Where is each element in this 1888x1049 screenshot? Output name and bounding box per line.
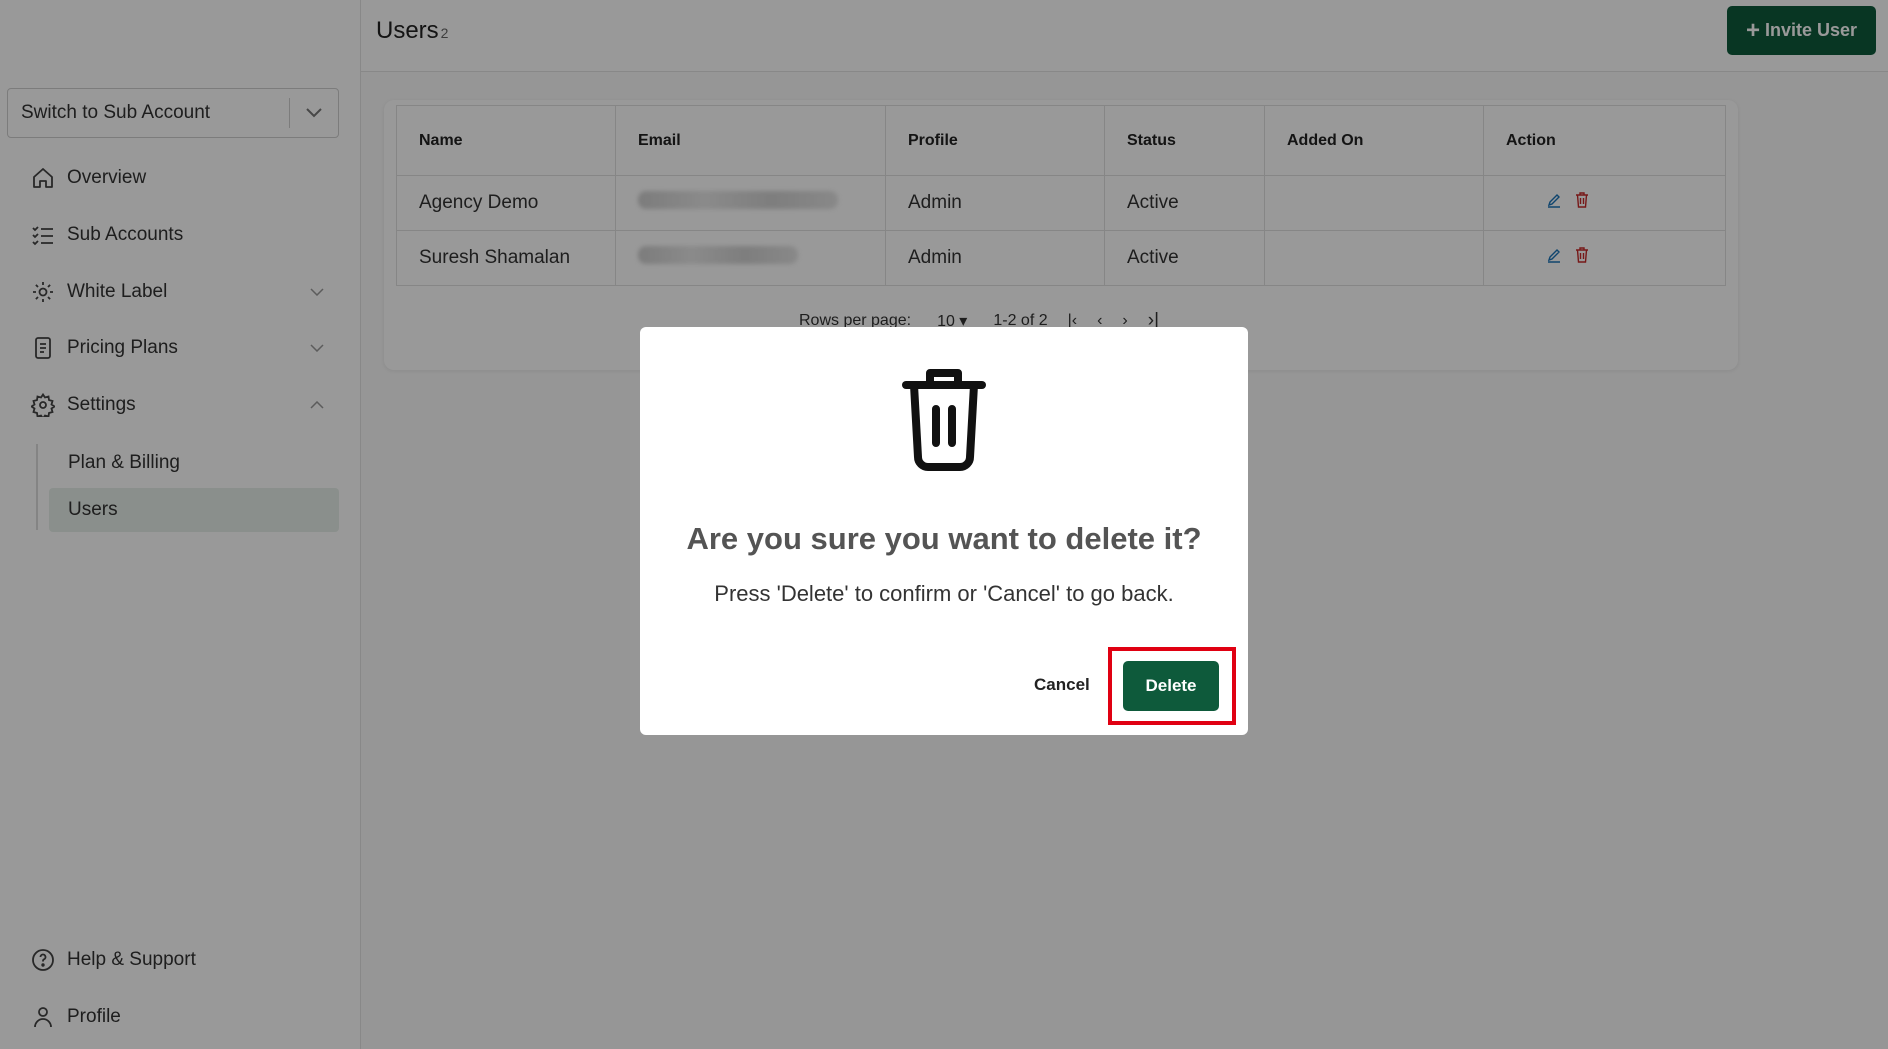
dialog-message: Press 'Delete' to confirm or 'Cancel' to… bbox=[714, 581, 1174, 606]
delete-confirm-dialog: Are you sure you want to delete it? Pres… bbox=[640, 327, 1248, 735]
delete-button[interactable]: Delete bbox=[1123, 661, 1219, 711]
dialog-title: Are you sure you want to delete it? bbox=[686, 521, 1202, 556]
trash-icon bbox=[902, 367, 986, 476]
cancel-button[interactable]: Cancel bbox=[1034, 675, 1090, 695]
